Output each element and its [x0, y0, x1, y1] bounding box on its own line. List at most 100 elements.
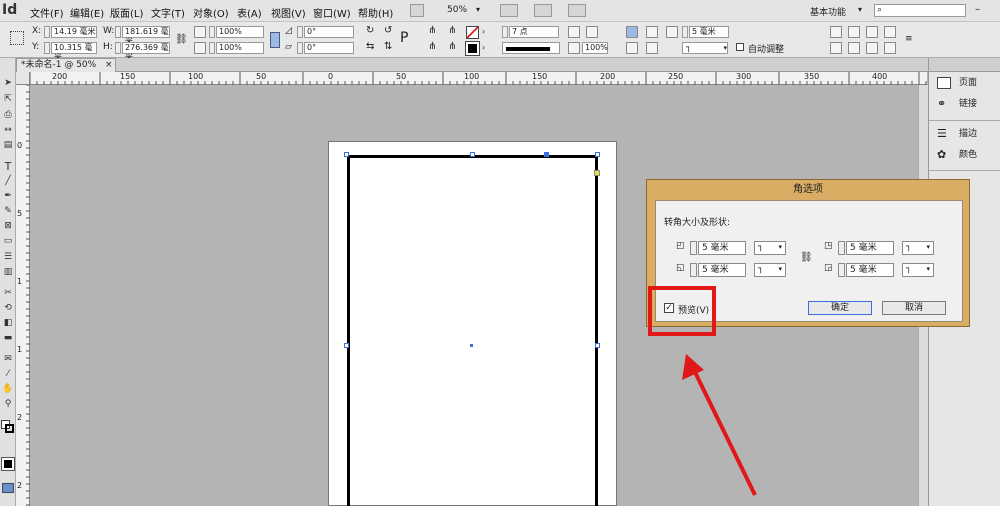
select-prev-icon[interactable]: ⋔: [428, 41, 436, 52]
frame-handle-top-left[interactable]: [344, 152, 349, 157]
bridge-icon[interactable]: [410, 4, 424, 17]
flip-h-icon[interactable]: ⇆: [366, 41, 374, 52]
horizontal-ruler[interactable]: 200 150 100 50 0 50 100 150 200 250 300 …: [30, 72, 927, 85]
auto-fit-checkbox[interactable]: [736, 43, 744, 51]
gap-tool-icon[interactable]: ↔: [2, 125, 14, 136]
distribute-right-icon[interactable]: [866, 42, 878, 54]
stroke-weight-stepper[interactable]: [502, 26, 508, 38]
distribute-center-icon[interactable]: [848, 42, 860, 54]
fit-frame-icon[interactable]: [626, 26, 638, 38]
frame-handle-blue[interactable]: [544, 152, 549, 157]
zoom-dropdown-icon[interactable]: ▾: [476, 5, 480, 14]
corner-top-right-stepper[interactable]: [838, 241, 845, 255]
menu-object[interactable]: 对象(O): [193, 5, 229, 20]
frame-handle-left[interactable]: [344, 343, 349, 348]
stroke-swatch-icon[interactable]: [465, 41, 480, 56]
corner-size-field[interactable]: 5 毫米: [689, 26, 729, 38]
panel-links[interactable]: ⚭ 链接: [933, 94, 999, 114]
line-tool-icon[interactable]: ╱: [2, 176, 14, 187]
effects-icon[interactable]: [568, 26, 580, 38]
frame-handle-top-right[interactable]: [595, 152, 600, 157]
ok-button[interactable]: 确定: [808, 301, 872, 315]
shear-field[interactable]: 0°: [304, 42, 354, 54]
rect-frame-tool-icon[interactable]: ⊠: [2, 221, 14, 232]
dialog-title[interactable]: 角选项: [647, 180, 969, 200]
corner-bottom-right-stepper[interactable]: [838, 263, 845, 277]
select-content-icon[interactable]: ⋔: [448, 25, 456, 36]
corner-bottom-left-stepper[interactable]: [690, 263, 697, 277]
shear-stepper[interactable]: [297, 42, 303, 54]
stroke-weight-field[interactable]: 7 点: [509, 26, 559, 38]
direct-selection-tool-icon[interactable]: ⇱: [2, 94, 14, 105]
pen-tool-icon[interactable]: ✒: [2, 191, 14, 202]
rectangle-tool-icon[interactable]: ▭: [2, 236, 14, 247]
menu-table[interactable]: 表(A): [237, 5, 262, 20]
corner-options-handle[interactable]: [594, 170, 600, 176]
scale-y-field[interactable]: 100%: [216, 42, 264, 54]
corner-options-icon[interactable]: [666, 26, 678, 38]
corner-bottom-right-shape[interactable]: ┐ ▾: [902, 263, 934, 277]
view-options-icon[interactable]: [500, 4, 518, 17]
pencil-tool-icon[interactable]: ✎: [2, 206, 14, 217]
fill-frame-icon[interactable]: [646, 42, 658, 54]
rotate-stepper[interactable]: [297, 26, 303, 38]
corner-bottom-left-size[interactable]: 5 毫米: [698, 263, 746, 277]
scale-x-stepper[interactable]: [209, 26, 215, 38]
x-stepper[interactable]: [44, 26, 50, 38]
panel-pages[interactable]: 页面: [933, 73, 999, 93]
panel-stroke[interactable]: ☰ 描边: [933, 124, 999, 144]
select-container-icon[interactable]: ⋔: [428, 25, 436, 36]
w-stepper[interactable]: [115, 26, 121, 38]
zoom-tool-icon[interactable]: ⚲: [2, 399, 14, 410]
search-input[interactable]: ⌕: [874, 4, 966, 17]
flip-v-icon[interactable]: ⇅: [384, 41, 392, 52]
scale-x-field[interactable]: 100%: [216, 26, 264, 38]
h-stepper[interactable]: [115, 42, 121, 54]
constrain-scale-icon[interactable]: [270, 32, 280, 48]
opacity-field[interactable]: 100%: [582, 42, 608, 54]
corner-size-stepper[interactable]: [682, 26, 688, 38]
eyedropper-tool-icon[interactable]: ⁄: [2, 369, 14, 380]
selection-tool-icon[interactable]: ➤: [2, 78, 14, 89]
fill-swatch-icon[interactable]: [466, 26, 479, 39]
menu-layout[interactable]: 版面(L): [110, 5, 143, 20]
y-field[interactable]: 10.315 毫米: [51, 42, 97, 62]
free-transform-tool-icon[interactable]: ⟲: [2, 303, 14, 314]
panel-color[interactable]: ✿ 颜色: [933, 145, 999, 165]
dock-header[interactable]: [929, 58, 1000, 72]
distribute-left-icon[interactable]: [830, 42, 842, 54]
corner-shape-select[interactable]: ┐ ▾: [682, 42, 728, 54]
fill-dropdown-icon[interactable]: ›: [482, 27, 485, 36]
link-settings-icon[interactable]: ⛓: [800, 252, 813, 263]
content-collector-icon[interactable]: ▤: [2, 140, 14, 151]
selected-rectangle-frame[interactable]: [347, 155, 598, 506]
rotate-cw-icon[interactable]: ↻: [366, 25, 374, 36]
menu-type[interactable]: 文字(T): [151, 5, 185, 20]
horizontal-grid-tool-icon[interactable]: ☰: [2, 252, 14, 263]
h-field[interactable]: 276.369 毫米: [122, 42, 170, 62]
hand-tool-icon[interactable]: ✋: [2, 384, 14, 395]
type-tool-icon[interactable]: T: [2, 161, 14, 172]
rotate-field[interactable]: 0°: [304, 26, 354, 38]
menu-help[interactable]: 帮助(H): [358, 5, 393, 20]
corner-top-right-shape[interactable]: ┐ ▾: [902, 241, 934, 255]
workspace-dropdown-icon[interactable]: ▾: [858, 5, 862, 14]
arrange-docs-icon[interactable]: [568, 4, 586, 17]
scissors-tool-icon[interactable]: ✂: [2, 288, 14, 299]
corner-bottom-right-size[interactable]: 5 毫米: [846, 263, 894, 277]
menu-window[interactable]: 窗口(W): [313, 5, 351, 20]
screen-mode-toggle-icon[interactable]: [2, 483, 14, 493]
minimize-icon[interactable]: –: [975, 4, 980, 15]
y-stepper[interactable]: [44, 42, 50, 54]
workspace-switcher[interactable]: 基本功能: [810, 5, 846, 18]
shadow-icon[interactable]: [586, 26, 598, 38]
distribute-top-icon[interactable]: [884, 42, 896, 54]
cancel-button[interactable]: 取消: [882, 301, 946, 315]
menu-view[interactable]: 视图(V): [271, 5, 306, 20]
zoom-level[interactable]: 50%: [447, 5, 467, 15]
corner-top-right-size[interactable]: 5 毫米: [846, 241, 894, 255]
align-right-icon[interactable]: [866, 26, 878, 38]
align-left-icon[interactable]: [830, 26, 842, 38]
close-tab-icon[interactable]: ×: [105, 59, 113, 71]
ruler-origin[interactable]: [16, 72, 30, 85]
